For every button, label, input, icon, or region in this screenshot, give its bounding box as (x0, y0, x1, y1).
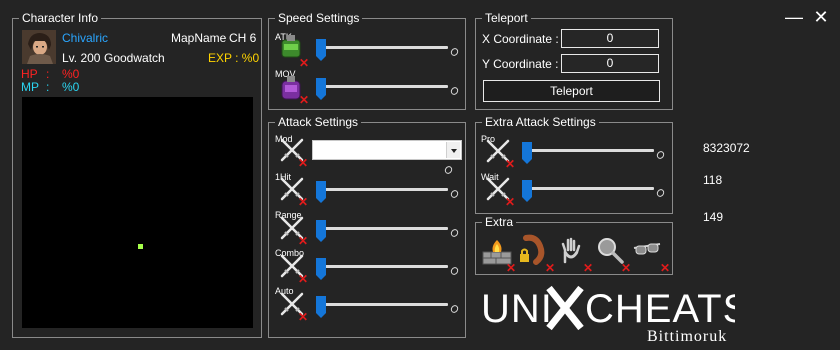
attack-settings-title: Attack Settings (275, 115, 362, 129)
teleport-title: Teleport (482, 11, 531, 25)
fire-wall-status-icon: ✕ (506, 261, 517, 275)
character-level: Lv. 200 (62, 51, 101, 65)
hp-separator: : (46, 67, 50, 81)
goggles-icon[interactable] (632, 238, 662, 262)
atk-speed-slider[interactable] (316, 38, 460, 61)
player-position-marker (138, 244, 143, 249)
combo-status-icon: ✕ (298, 272, 309, 286)
mod-end-icon (443, 164, 455, 176)
readout-value-2: 118 (703, 173, 723, 187)
one-hit-slider[interactable] (316, 180, 460, 203)
range-status-icon: ✕ (298, 234, 309, 248)
atk-speed-status-icon: ✕ (299, 56, 310, 70)
unixcheats-logo: UNI CHEATS Bittimoruk (477, 282, 749, 350)
readout-value-1: 8323072 (703, 141, 750, 155)
svg-text:CHEATS: CHEATS (585, 287, 735, 331)
pro-status-icon: ✕ (505, 157, 516, 171)
minimize-button[interactable]: — (785, 8, 803, 26)
mp-label: MP (21, 80, 39, 94)
minimap[interactable] (22, 97, 253, 328)
mov-speed-status-icon: ✕ (299, 93, 310, 107)
speed-settings-title: Speed Settings (275, 11, 363, 25)
wait-status-icon: ✕ (505, 195, 516, 209)
chevron-down-icon[interactable] (446, 142, 460, 158)
character-name: Chivalric (62, 31, 109, 45)
mod-select[interactable] (312, 140, 462, 160)
map-name-label: MapName (171, 31, 227, 45)
combo-slider[interactable] (316, 257, 460, 280)
sausage-lock-status-icon: ✕ (545, 261, 556, 275)
character-info-title: Character Info (19, 11, 102, 25)
teleport-button[interactable]: Teleport (483, 80, 660, 102)
readout-value-3: 149 (703, 210, 724, 224)
one-hit-status-icon: ✕ (298, 195, 309, 209)
character-guild: Goodwatch (104, 51, 165, 65)
hp-label: HP (21, 67, 38, 81)
pro-slider[interactable] (522, 141, 666, 164)
extra-title: Extra (482, 215, 517, 229)
avatar-portrait-icon (22, 30, 56, 64)
mod-status-icon: ✕ (298, 156, 309, 170)
range-slider[interactable] (316, 219, 460, 242)
close-button[interactable]: ✕ (812, 8, 830, 26)
hand-icon[interactable] (559, 236, 585, 264)
svg-text:UNI: UNI (481, 287, 553, 331)
hand-status-icon: ✕ (583, 261, 594, 275)
goggles-status-icon: ✕ (660, 261, 671, 275)
extra-attack-settings-title: Extra Attack Settings (482, 115, 599, 129)
exp-value: EXP : %0 (208, 51, 260, 65)
y-coordinate-input[interactable]: 0 (561, 54, 659, 73)
avatar (22, 30, 56, 64)
magnifier-icon[interactable] (596, 236, 624, 264)
logo-subtitle: Bittimoruk (647, 328, 728, 345)
y-coordinate-label: Y Coordinate : (482, 57, 559, 71)
hp-value: %0 (62, 67, 80, 81)
auto-status-icon: ✕ (298, 310, 309, 324)
x-coordinate-input[interactable]: 0 (561, 29, 659, 48)
unixcheats-logo-mark: UNI CHEATS (481, 285, 749, 331)
magnifier-status-icon: ✕ (621, 261, 632, 275)
x-coordinate-label: X Coordinate : (482, 32, 559, 46)
mp-separator: : (46, 80, 50, 94)
auto-slider[interactable] (316, 295, 460, 318)
wait-slider[interactable] (522, 179, 666, 202)
mov-speed-slider[interactable] (316, 77, 460, 100)
map-name-value: CH 6 (229, 31, 257, 45)
mp-value: %0 (62, 80, 80, 94)
